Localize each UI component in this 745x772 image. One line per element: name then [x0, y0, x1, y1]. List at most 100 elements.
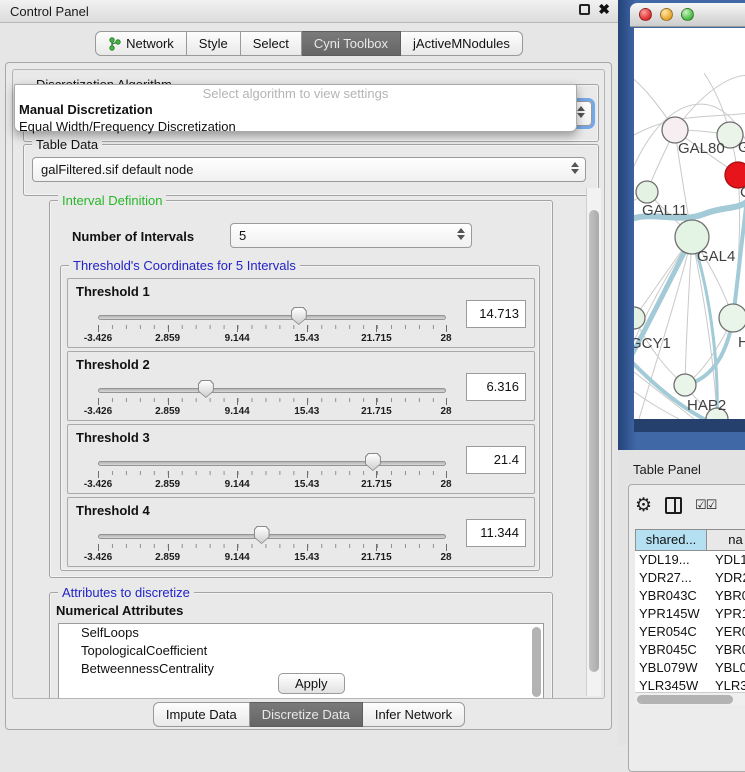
column-header-shared-name[interactable]: shared...: [635, 529, 707, 551]
select-columns-icon[interactable]: ☑☑: [695, 497, 716, 513]
threshold-slider[interactable]: -3.426 2.859 9.144 15.43 21.715 28: [98, 459, 446, 489]
cell: YDL19...: [635, 551, 707, 569]
cell: YPR1: [707, 605, 745, 623]
threshold-row: Threshold 2 -3.426 2.859 9.144 15.43 21.…: [67, 351, 535, 421]
cell: YBL079W: [635, 659, 707, 677]
cell: YBR0: [707, 587, 745, 605]
scrollbar-thumb[interactable]: [637, 695, 733, 704]
threshold-label: Threshold 3: [76, 430, 150, 445]
threshold-value-field[interactable]: 21.4: [466, 446, 526, 474]
table-data-combo[interactable]: galFiltered.sif default node: [32, 157, 586, 182]
tab-network[interactable]: Network: [95, 31, 187, 56]
tab-cyni-toolbox[interactable]: Cyni Toolbox: [302, 31, 401, 56]
list-item[interactable]: TopologicalCoefficient: [59, 642, 543, 660]
network-window-titlebar[interactable]: [630, 3, 745, 27]
node-hap2[interactable]: [674, 374, 696, 396]
column-header-name[interactable]: na: [707, 529, 745, 551]
tick-label: 9.144: [225, 552, 250, 563]
node-label: GCY1: [634, 335, 671, 352]
float-window-icon[interactable]: [579, 4, 590, 15]
table-data-title: Table Data: [32, 137, 102, 152]
table-toolbar: ⚙ ☑☑: [635, 491, 716, 519]
cell: YPR145W: [635, 605, 707, 623]
threshold-label: Threshold 2: [76, 357, 150, 372]
threshold-slider[interactable]: -3.426 2.859 9.144 15.43 21.715 28: [98, 532, 446, 562]
cell: YDR27...: [635, 569, 707, 587]
zoom-traffic-light-icon[interactable]: [681, 8, 694, 21]
slider-track[interactable]: [98, 388, 446, 393]
num-intervals-combo[interactable]: 5: [230, 223, 472, 248]
node-gcy1[interactable]: [634, 307, 645, 329]
table-row[interactable]: YBR045C YBR0: [635, 641, 745, 659]
cell: YDR2: [707, 569, 745, 587]
slider-handle[interactable]: [198, 380, 214, 398]
node-gal11[interactable]: [636, 181, 658, 203]
tick-label: 2.859: [155, 552, 180, 563]
close-traffic-light-icon[interactable]: [639, 8, 652, 21]
tick-label: 28: [440, 552, 451, 563]
table-row[interactable]: YDL19... YDL1: [635, 551, 745, 569]
tab-style[interactable]: Style: [187, 31, 241, 56]
threshold-value-field[interactable]: 6.316: [466, 373, 526, 401]
tab-select-label: Select: [253, 36, 289, 51]
tab-style-label: Style: [199, 36, 228, 51]
tick-label: 21.715: [361, 406, 392, 417]
tab-infer-network[interactable]: Infer Network: [363, 702, 465, 727]
tick-label: -3.426: [84, 552, 112, 563]
tab-discretize-data[interactable]: Discretize Data: [250, 702, 363, 727]
slider-handle[interactable]: [365, 453, 381, 471]
table-horizontal-scrollbar[interactable]: [635, 692, 745, 705]
slider-track[interactable]: [98, 461, 446, 466]
table-row[interactable]: YBR043C YBR0: [635, 587, 745, 605]
dropdown-placeholder: Select algorithm to view settings: [15, 87, 576, 101]
slider-minor-ticks: [98, 544, 447, 548]
control-panel-titlebar: Control Panel ✖: [0, 0, 618, 23]
split-columns-icon[interactable]: [665, 497, 682, 514]
dropdown-option-manual[interactable]: Manual Discretization: [15, 101, 576, 118]
list-scrollbar[interactable]: [532, 627, 541, 697]
threshold-row: Threshold 4 -3.426 2.859 9.144 15.43 21.…: [67, 497, 535, 567]
table-row[interactable]: YBL079W YBL0: [635, 659, 745, 677]
table-header: shared... na: [635, 529, 745, 551]
algorithm-dropdown-popup: Select algorithm to view settings Manual…: [14, 84, 577, 132]
table-row[interactable]: YDR27... YDR2: [635, 569, 745, 587]
tick-label: 2.859: [155, 479, 180, 490]
tab-jactivemnodules[interactable]: jActiveMNodules: [401, 31, 523, 56]
slider-track[interactable]: [98, 315, 446, 320]
gear-icon[interactable]: ⚙: [635, 496, 652, 515]
cell: YER0: [707, 623, 745, 641]
discretize-settings-panel: Discretization Algorithm Table Data galF…: [12, 69, 605, 699]
tab-impute-data-label: Impute Data: [166, 707, 237, 722]
threshold-slider[interactable]: -3.426 2.859 9.144 15.43 21.715 28: [98, 313, 446, 343]
minimize-traffic-light-icon[interactable]: [660, 8, 673, 21]
table-row[interactable]: YER054C YER0: [635, 623, 745, 641]
list-item[interactable]: SelfLoops: [59, 624, 543, 642]
table-row[interactable]: YPR145W YPR1: [635, 605, 745, 623]
tab-impute-data[interactable]: Impute Data: [153, 702, 250, 727]
cell: YBR045C: [635, 641, 707, 659]
threshold-value-field[interactable]: 14.713: [466, 300, 526, 328]
scrollbar-thumb[interactable]: [589, 210, 599, 672]
threshold-slider[interactable]: -3.426 2.859 9.144 15.43 21.715 28: [98, 386, 446, 416]
apply-button[interactable]: Apply: [278, 673, 345, 694]
tick-label: -3.426: [84, 406, 112, 417]
threshold-value-field[interactable]: 11.344: [466, 519, 526, 547]
close-icon[interactable]: ✖: [598, 4, 610, 15]
network-graph: GAL80 GA C GAL11 GAL4 GCY1 H HAP2: [634, 28, 745, 419]
node-table: shared... na YDL19... YDL1 YDR27... YDR2…: [635, 529, 745, 705]
thresholds-group-title: Threshold's Coordinates for 5 Intervals: [69, 258, 300, 273]
dropdown-option-equal-width[interactable]: Equal Width/Frequency Discretization: [15, 118, 576, 135]
slider-handle[interactable]: [291, 307, 307, 325]
control-panel: Control Panel ✖ Network Style Sel: [0, 0, 618, 745]
slider-handle[interactable]: [254, 526, 270, 544]
panel-title: Control Panel: [10, 4, 89, 19]
slider-track[interactable]: [98, 534, 446, 539]
slider-minor-ticks: [98, 398, 447, 402]
tab-select[interactable]: Select: [241, 31, 302, 56]
network-canvas[interactable]: GAL80 GA C GAL11 GAL4 GCY1 H HAP2: [634, 28, 745, 419]
thresholds-group: Threshold's Coordinates for 5 Intervals …: [60, 265, 540, 571]
tab-discretize-data-label: Discretize Data: [262, 707, 350, 722]
cyni-outer-panel: Discretization Algorithm Table Data galF…: [5, 62, 612, 730]
node-h[interactable]: [719, 304, 745, 332]
settings-scrollbar[interactable]: [586, 188, 601, 696]
